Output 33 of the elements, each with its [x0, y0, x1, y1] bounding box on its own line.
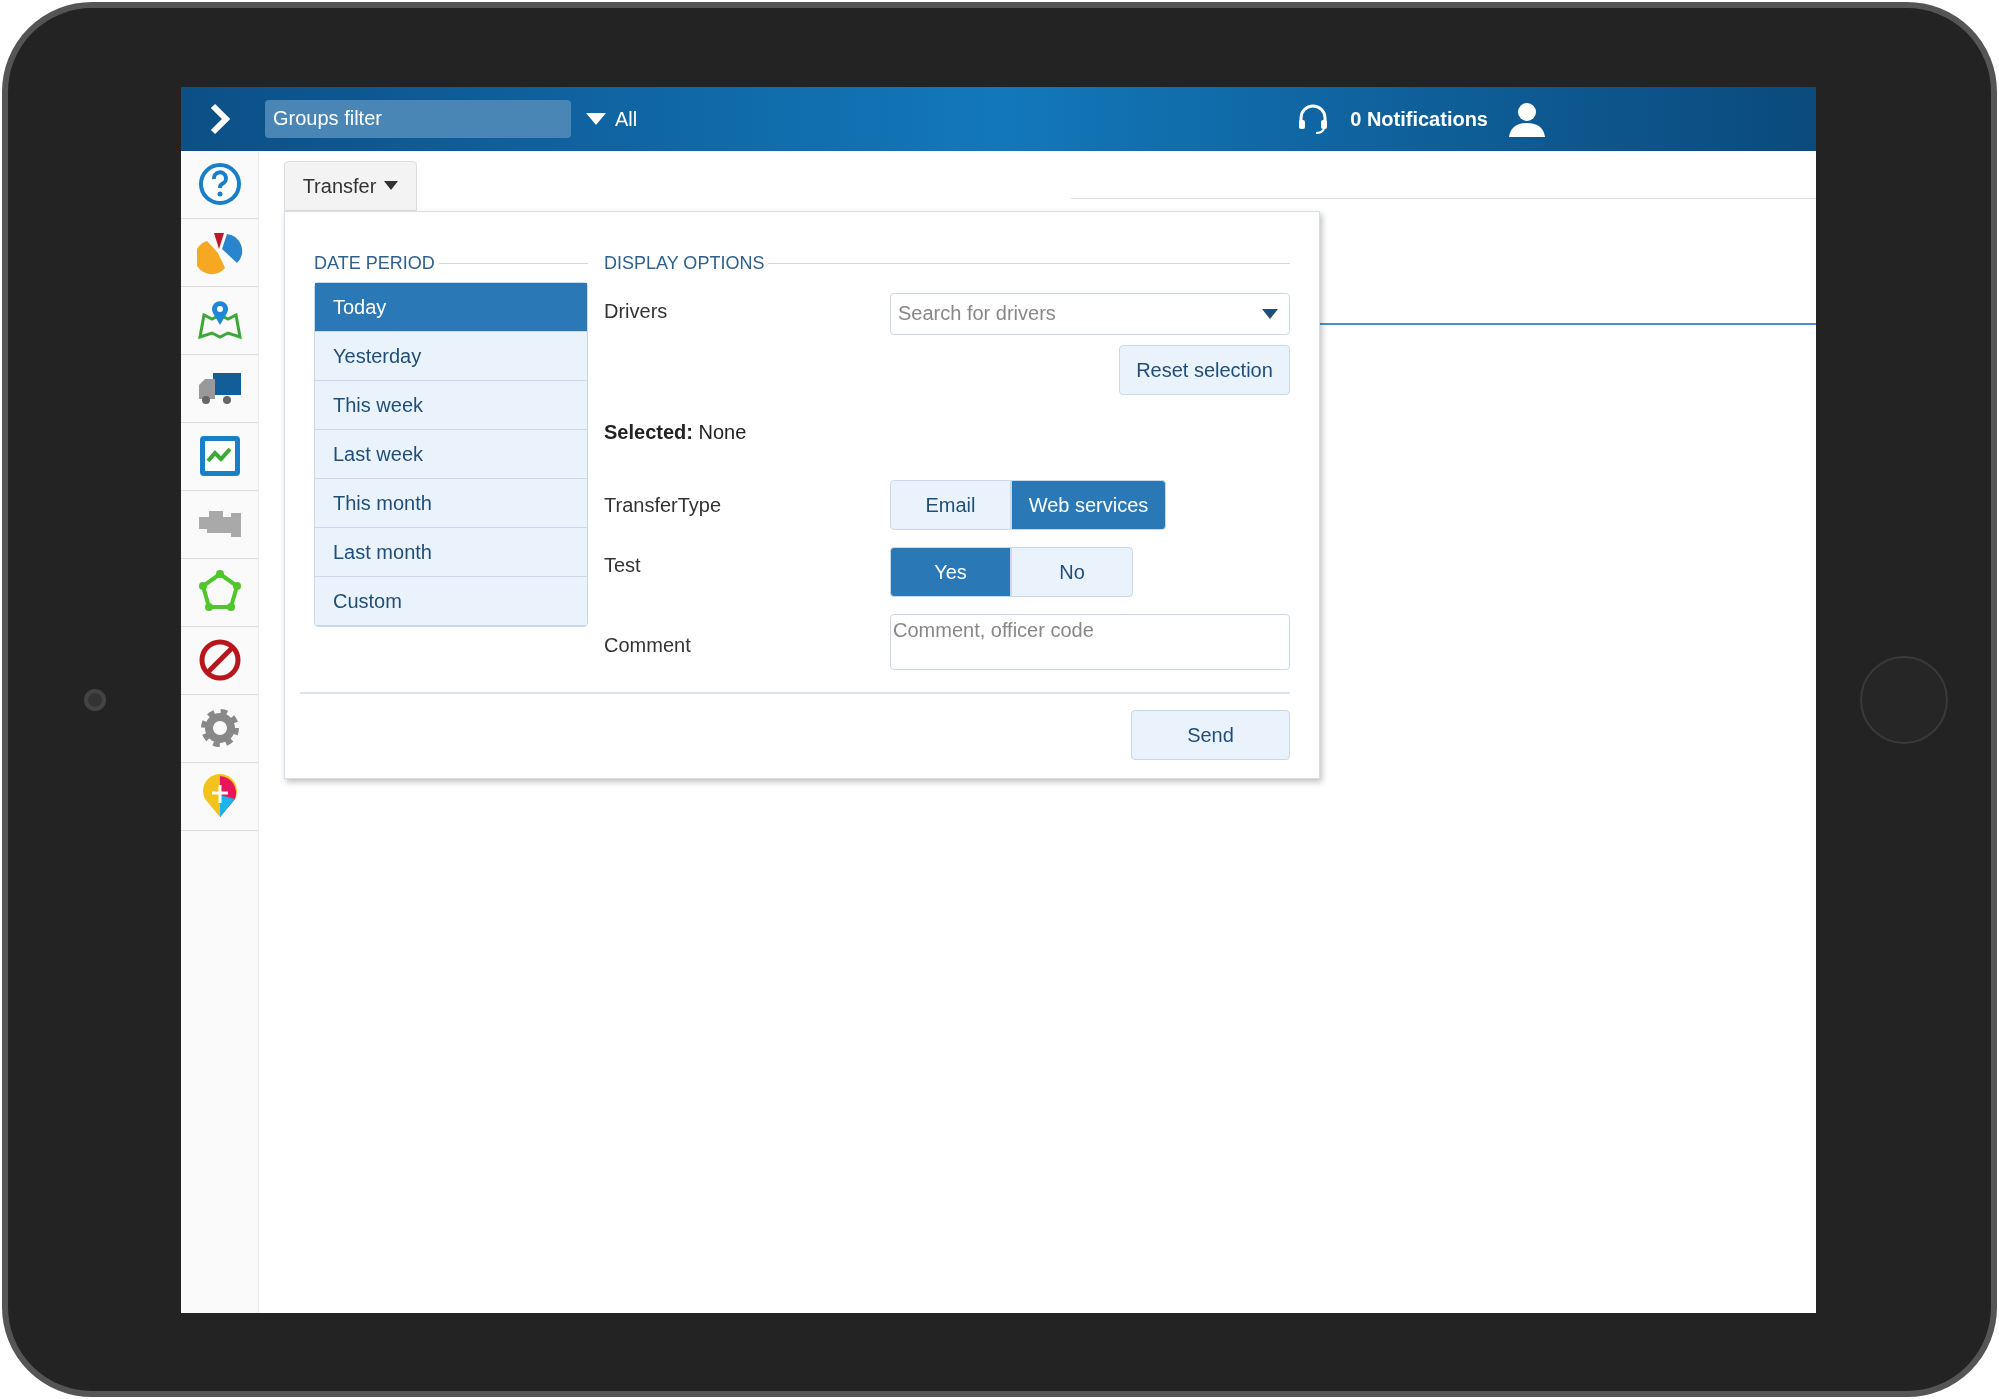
date-period-item[interactable]: Last week: [315, 429, 587, 479]
date-period-item[interactable]: This week: [315, 380, 587, 430]
segment-button[interactable]: Email: [890, 479, 1011, 530]
chevron-right-icon[interactable]: [209, 102, 231, 135]
segment-button[interactable]: Web services: [1011, 479, 1166, 530]
drivers-label: Drivers: [604, 298, 669, 324]
date-period-item[interactable]: Last month: [315, 527, 587, 577]
group-scope-label[interactable]: All: [615, 103, 638, 134]
caret-down-icon: [384, 181, 399, 190]
user-icon[interactable]: [1508, 100, 1546, 137]
section-heading: DATE PERIOD: [314, 251, 435, 275]
camera-icon: [83, 688, 106, 711]
section-heading: DISPLAY OPTIONS: [604, 251, 765, 275]
reset-selection-button[interactable]: Reset selection: [1119, 344, 1290, 395]
date-period-item[interactable]: Custom: [315, 576, 587, 626]
help-icon[interactable]: [196, 161, 243, 207]
send-button[interactable]: Send: [1131, 709, 1290, 760]
caret-down-icon[interactable]: [586, 112, 606, 125]
notifications-link[interactable]: 0 Notifications: [1350, 103, 1488, 134]
test-label: Test: [604, 552, 642, 578]
date-period-item[interactable]: Yesterday: [315, 331, 587, 381]
drivers-search-field[interactable]: Search for drivers: [890, 292, 1290, 335]
segment-button[interactable]: Yes: [890, 546, 1011, 597]
segment-button[interactable]: No: [1011, 546, 1133, 597]
transfer-dropdown-button[interactable]: Transfer: [284, 160, 417, 211]
caret-down-icon: [1262, 308, 1278, 319]
date-period-item[interactable]: This month: [315, 478, 587, 528]
groups-filter-field[interactable]: Groups filter: [265, 99, 571, 138]
transfer-type-label: TransferType: [604, 492, 723, 518]
comment-label: Comment: [604, 632, 692, 658]
comment-field[interactable]: Comment, officer code: [890, 613, 1290, 670]
date-period-item[interactable]: Today: [315, 282, 587, 332]
selected-drivers-text: Selected: None: [604, 419, 748, 445]
